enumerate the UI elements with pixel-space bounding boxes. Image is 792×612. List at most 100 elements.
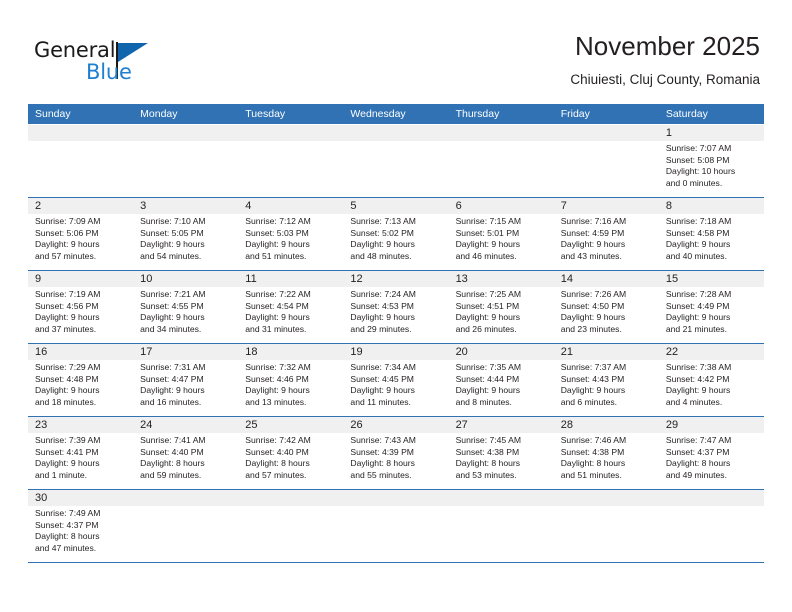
- calendar-day-cell[interactable]: 3 Sunrise: 7:10 AM Sunset: 5:05 PM Daylight…: [133, 198, 239, 270]
- day-sun-info: Sunrise: 7:24 AM Sunset: 4:53 PM Daylight:…: [343, 287, 448, 339]
- calendar-day-cell[interactable]: 29 Sunrise: 7:47 AM Sunset: 4:37 PM Dayligh…: [658, 417, 764, 489]
- calendar-day-cell[interactable]: 21 Sunrise: 7:37 AM Sunset: 4:43 PM Dayligh…: [553, 344, 659, 416]
- calendar-day-cell[interactable]: 17 Sunrise: 7:31 AM Sunset: 4:47 PM Dayligh…: [133, 344, 239, 416]
- sunset-text: Sunset: 4:39 PM: [350, 446, 414, 457]
- day-sun-info: Sunrise: 7:43 AM Sunset: 4:39 PM Daylight:…: [343, 433, 448, 485]
- sunrise-text: Sunrise: 7:29 AM: [35, 362, 101, 372]
- calendar-day-cell-empty: [238, 125, 344, 197]
- calendar-day-cell[interactable]: 13 Sunrise: 7:25 AM Sunset: 4:51 PM Dayligh…: [448, 271, 554, 343]
- sunset-text: Sunset: 5:08 PM: [665, 154, 730, 165]
- calendar-day-cell[interactable]: 4 Sunrise: 7:12 AM Sunset: 5:03 PM Daylight…: [238, 198, 344, 270]
- calendar-day-cell[interactable]: 16 Sunrise: 7:29 AM Sunset: 4:48 PM Dayligh…: [28, 344, 134, 416]
- sunset-text: Sunset: 4:38 PM: [560, 446, 625, 457]
- calendar-week-row: 16 Sunrise: 7:29 AM Sunset: 4:48 PM Dayligh…: [28, 344, 764, 417]
- calendar-day-cell[interactable]: 18 Sunrise: 7:32 AM Sunset: 4:46 PM Dayligh…: [238, 344, 344, 416]
- day-sun-info: Sunrise: 7:22 AM Sunset: 4:54 PM Daylight:…: [238, 287, 343, 339]
- day-number: [553, 490, 659, 506]
- day-number: 3: [133, 198, 239, 214]
- weekday-friday: Friday: [560, 108, 590, 120]
- day-number: [553, 125, 659, 141]
- calendar-day-cell[interactable]: 23 Sunrise: 7:39 AM Sunset: 4:41 PM Dayligh…: [28, 417, 134, 489]
- calendar-day-cell[interactable]: 27 Sunrise: 7:45 AM Sunset: 4:38 PM Dayligh…: [448, 417, 554, 489]
- sunset-text: Sunset: 4:48 PM: [35, 373, 99, 384]
- calendar-week-row: 23 Sunrise: 7:39 AM Sunset: 4:41 PM Dayligh…: [28, 417, 764, 490]
- daylight-text-line1: Daylight: 8 hours: [140, 458, 205, 469]
- calendar-day-cell[interactable]: 15 Sunrise: 7:28 AM Sunset: 4:49 PM Dayligh…: [658, 271, 764, 343]
- sunrise-text: Sunrise: 7:13 AM: [350, 216, 416, 226]
- weekday-thursday: Thursday: [455, 108, 500, 120]
- calendar-day-cell[interactable]: 10 Sunrise: 7:21 AM Sunset: 4:55 PM Dayligh…: [133, 271, 239, 343]
- calendar-day-cell[interactable]: 2 Sunrise: 7:09 AM Sunset: 5:06 PM Daylight…: [28, 198, 134, 270]
- day-number: 2: [28, 198, 134, 214]
- calendar-day-cell[interactable]: 14 Sunrise: 7:26 AM Sunset: 4:50 PM Dayligh…: [553, 271, 659, 343]
- daylight-text-line1: Daylight: 8 hours: [35, 531, 100, 542]
- general-blue-logo[interactable]: General Blue: [34, 38, 214, 90]
- sunset-text: Sunset: 4:43 PM: [560, 373, 625, 384]
- calendar-day-cell[interactable]: 19 Sunrise: 7:34 AM Sunset: 4:45 PM Dayligh…: [343, 344, 449, 416]
- calendar-day-cell[interactable]: 8 Sunrise: 7:18 AM Sunset: 4:58 PM Daylight…: [658, 198, 764, 270]
- calendar-day-cell[interactable]: 1 Sunrise: 7:07 AM Sunset: 5:08 PM Daylight…: [658, 125, 764, 197]
- sunset-text: Sunset: 4:38 PM: [455, 446, 520, 457]
- calendar-day-cell-empty: [448, 490, 554, 562]
- sunrise-text: Sunrise: 7:07 AM: [665, 143, 732, 153]
- day-number: 10: [133, 271, 239, 287]
- daylight-text-line2: and 31 minutes.: [245, 323, 307, 334]
- page-title: November 2025: [575, 31, 760, 61]
- calendar-day-cell[interactable]: 12 Sunrise: 7:24 AM Sunset: 4:53 PM Dayligh…: [343, 271, 449, 343]
- sunrise-text: Sunrise: 7:25 AM: [455, 289, 522, 299]
- day-sun-info: Sunrise: 7:12 AM Sunset: 5:03 PM Daylight:…: [238, 214, 343, 266]
- calendar-day-cell[interactable]: 22 Sunrise: 7:38 AM Sunset: 4:42 PM Dayligh…: [658, 344, 764, 416]
- sunrise-text: Sunrise: 7:21 AM: [140, 289, 206, 299]
- calendar-day-cell[interactable]: 26 Sunrise: 7:43 AM Sunset: 4:39 PM Dayligh…: [343, 417, 449, 489]
- calendar-day-cell-empty: [448, 125, 554, 197]
- day-sun-info: Sunrise: 7:09 AM Sunset: 5:06 PM Daylight:…: [28, 214, 133, 266]
- sunset-text: Sunset: 5:03 PM: [245, 227, 309, 238]
- sunset-text: Sunset: 4:47 PM: [140, 373, 204, 384]
- sunset-text: Sunset: 4:58 PM: [665, 227, 730, 238]
- calendar-day-cell[interactable]: 30 Sunrise: 7:49 AM Sunset: 4:37 PM Dayligh…: [28, 490, 134, 562]
- sunset-text: Sunset: 4:40 PM: [140, 446, 204, 457]
- day-sun-info: Sunrise: 7:34 AM Sunset: 4:45 PM Daylight:…: [343, 360, 448, 412]
- calendar-day-cell[interactable]: 28 Sunrise: 7:46 AM Sunset: 4:38 PM Dayligh…: [553, 417, 659, 489]
- calendar-day-cell[interactable]: 20 Sunrise: 7:35 AM Sunset: 4:44 PM Dayligh…: [448, 344, 554, 416]
- daylight-text-line2: and 18 minutes.: [35, 396, 97, 407]
- day-sun-info: Sunrise: 7:32 AM Sunset: 4:46 PM Daylight:…: [238, 360, 343, 412]
- calendar-day-cell[interactable]: 25 Sunrise: 7:42 AM Sunset: 4:40 PM Dayligh…: [238, 417, 344, 489]
- daylight-text-line1: Daylight: 9 hours: [455, 385, 521, 396]
- logo-text-general: General: [34, 38, 116, 62]
- calendar-day-cell[interactable]: 7 Sunrise: 7:16 AM Sunset: 4:59 PM Daylight…: [553, 198, 659, 270]
- calendar-day-cell[interactable]: 24 Sunrise: 7:41 AM Sunset: 4:40 PM Dayligh…: [133, 417, 239, 489]
- daylight-text-line1: Daylight: 9 hours: [350, 385, 415, 396]
- sunrise-text: Sunrise: 7:37 AM: [560, 362, 627, 372]
- calendar-week-row: 1 Sunrise: 7:07 AM Sunset: 5:08 PM Daylight…: [28, 124, 764, 198]
- calendar-day-cell-empty: [343, 490, 449, 562]
- daylight-text-line2: and 37 minutes.: [35, 323, 97, 334]
- calendar-day-cell[interactable]: 9 Sunrise: 7:19 AM Sunset: 4:56 PM Daylight…: [28, 271, 134, 343]
- daylight-text-line2: and 54 minutes.: [140, 250, 202, 261]
- daylight-text-line1: Daylight: 9 hours: [35, 385, 100, 396]
- day-number: [658, 490, 764, 506]
- daylight-text-line1: Daylight: 9 hours: [245, 239, 310, 250]
- daylight-text-line1: Daylight: 9 hours: [140, 385, 205, 396]
- sunset-text: Sunset: 4:51 PM: [455, 300, 520, 311]
- calendar-weeks: 1 Sunrise: 7:07 AM Sunset: 5:08 PM Daylight…: [28, 124, 764, 563]
- calendar-day-cell[interactable]: 11 Sunrise: 7:22 AM Sunset: 4:54 PM Dayligh…: [238, 271, 344, 343]
- calendar-day-cell[interactable]: 6 Sunrise: 7:15 AM Sunset: 5:01 PM Daylight…: [448, 198, 554, 270]
- daylight-text-line1: Daylight: 9 hours: [245, 385, 310, 396]
- day-number: 21: [553, 344, 659, 360]
- daylight-text-line1: Daylight: 8 hours: [665, 458, 731, 469]
- calendar-day-cell-empty: [658, 490, 764, 562]
- sunrise-text: Sunrise: 7:09 AM: [35, 216, 101, 226]
- day-number: [238, 125, 344, 141]
- sunrise-text: Sunrise: 7:45 AM: [455, 435, 522, 445]
- day-sun-info: Sunrise: 7:35 AM Sunset: 4:44 PM Daylight:…: [449, 360, 554, 412]
- daylight-text-line2: and 8 minutes.: [455, 396, 512, 407]
- daylight-text-line2: and 48 minutes.: [350, 250, 412, 261]
- calendar-day-cell[interactable]: 5 Sunrise: 7:13 AM Sunset: 5:02 PM Daylight…: [343, 198, 449, 270]
- day-number: [448, 490, 554, 506]
- day-number: 27: [448, 417, 554, 433]
- weekday-monday: Monday: [140, 108, 178, 120]
- sunrise-text: Sunrise: 7:42 AM: [245, 435, 311, 445]
- daylight-text-line1: Daylight: 9 hours: [35, 312, 100, 323]
- calendar-day-cell-empty: [343, 125, 449, 197]
